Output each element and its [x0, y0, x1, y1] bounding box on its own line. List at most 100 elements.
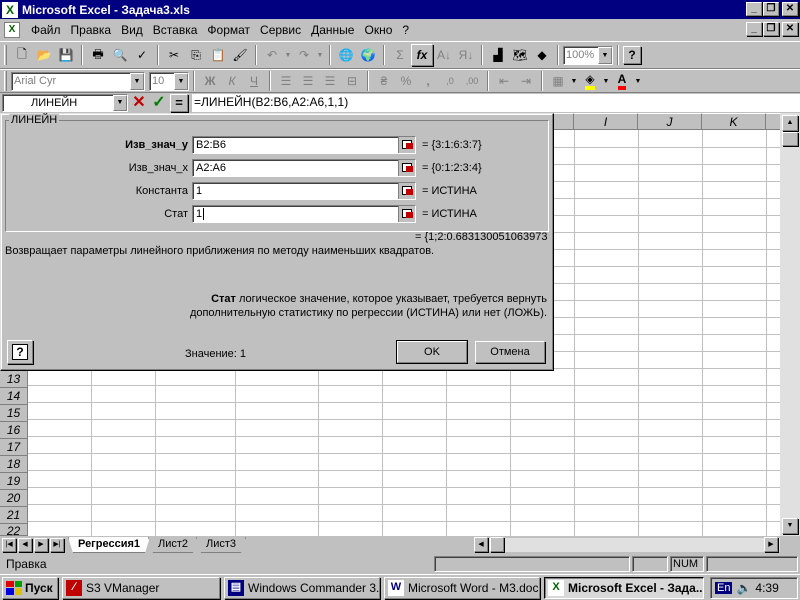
drawing-icon[interactable]: ◆: [531, 44, 553, 66]
print-preview-icon[interactable]: 🔍: [109, 44, 131, 66]
start-button[interactable]: Пуск: [2, 576, 58, 599]
redo-icon[interactable]: ↷: [293, 44, 315, 66]
row-header-19[interactable]: 19: [0, 473, 28, 490]
bold-button[interactable]: Ж: [199, 70, 221, 92]
sort-ascending-icon[interactable]: A↓: [433, 44, 455, 66]
formula-input[interactable]: =ЛИНЕЙН(B2:B6,A2:A6,1,1): [192, 94, 800, 112]
scroll-left-icon[interactable]: ◀: [474, 537, 488, 552]
cut-icon[interactable]: ✂: [163, 44, 185, 66]
align-left-icon[interactable]: ☰: [275, 70, 297, 92]
minimize-button[interactable]: _: [746, 2, 762, 16]
decrease-decimal-icon[interactable]: ,00: [461, 70, 483, 92]
decrease-indent-icon[interactable]: ⇤: [493, 70, 515, 92]
doc-restore-button[interactable]: ❐: [763, 22, 779, 36]
borders-dropdown-icon[interactable]: ▼: [569, 70, 579, 92]
increase-indent-icon[interactable]: ⇥: [515, 70, 537, 92]
task-windows-commander[interactable]: ▤ Windows Commander 3.0...: [224, 576, 380, 599]
menu-format[interactable]: Формат: [202, 23, 255, 37]
menu-window[interactable]: Окно: [359, 23, 397, 37]
row-header-15[interactable]: 15: [0, 405, 28, 422]
sheet-tab-regression[interactable]: Регрессия1: [68, 537, 150, 553]
vertical-scrollbar[interactable]: ▲ ▼: [780, 113, 800, 536]
menu-data[interactable]: Данные: [306, 23, 359, 37]
font-size-combo[interactable]: 10 ▼: [149, 71, 189, 91]
font-color-icon[interactable]: A: [611, 70, 633, 92]
merge-center-icon[interactable]: ⊟: [341, 70, 363, 92]
menu-insert[interactable]: Вставка: [148, 23, 203, 37]
collapse-dialog-icon[interactable]: [398, 160, 415, 176]
scroll-thumb[interactable]: [782, 132, 798, 146]
comma-button[interactable]: ,: [417, 70, 439, 92]
spelling-icon[interactable]: ✓: [131, 44, 153, 66]
column-header-l[interactable]: [766, 113, 780, 130]
row-header-18[interactable]: 18: [0, 456, 28, 473]
workbook-icon[interactable]: X: [4, 22, 20, 38]
underline-button[interactable]: Ч: [243, 70, 265, 92]
help-button[interactable]: ?: [7, 340, 33, 364]
sort-descending-icon[interactable]: Я↓: [455, 44, 477, 66]
known-x-input[interactable]: A2:A6: [192, 159, 416, 177]
collapse-dialog-icon[interactable]: [398, 183, 415, 199]
language-indicator[interactable]: En: [715, 582, 733, 594]
doc-minimize-button[interactable]: _: [746, 22, 762, 36]
copy-icon[interactable]: ⎘: [185, 44, 207, 66]
hyperlink-icon[interactable]: 🌐: [335, 44, 357, 66]
const-input[interactable]: 1: [192, 182, 416, 200]
column-header-j[interactable]: J: [638, 113, 702, 130]
row-header-17[interactable]: 17: [0, 439, 28, 456]
percent-button[interactable]: %: [395, 70, 417, 92]
column-header-k[interactable]: K: [702, 113, 766, 130]
scroll-down-icon[interactable]: ▼: [782, 518, 798, 534]
menu-edit[interactable]: Правка: [66, 23, 117, 37]
row-header-22[interactable]: 22: [0, 524, 28, 536]
prev-sheet-icon[interactable]: ◀: [18, 538, 32, 552]
doc-close-button[interactable]: ✕: [782, 22, 798, 36]
row-header-21[interactable]: 21: [0, 507, 28, 524]
menu-view[interactable]: Вид: [116, 23, 148, 37]
font-color-dropdown-icon[interactable]: ▼: [633, 70, 643, 92]
paste-icon[interactable]: 📋: [207, 44, 229, 66]
chevron-down-icon[interactable]: ▼: [174, 72, 188, 90]
redo-dropdown-icon[interactable]: ▼: [315, 44, 325, 66]
save-icon[interactable]: 💾: [55, 44, 77, 66]
sheet-tab-3[interactable]: Лист3: [196, 537, 246, 553]
restore-button[interactable]: ❐: [763, 2, 779, 16]
chevron-down-icon[interactable]: ▼: [598, 46, 612, 64]
chart-wizard-icon[interactable]: ▟: [487, 44, 509, 66]
fill-color-icon[interactable]: ◈: [579, 70, 601, 92]
font-name-combo[interactable]: Arial Cyr ▼: [11, 71, 145, 91]
speaker-icon[interactable]: 🔈: [736, 581, 751, 595]
open-icon[interactable]: 📂: [33, 44, 55, 66]
print-icon[interactable]: 🖶: [87, 44, 109, 66]
menu-file[interactable]: Файл: [26, 23, 66, 37]
scroll-right-icon[interactable]: ▶: [764, 537, 778, 552]
menu-tools[interactable]: Сервис: [255, 23, 306, 37]
increase-decimal-icon[interactable]: ,0: [439, 70, 461, 92]
name-box[interactable]: ЛИНЕЙН ▼: [2, 94, 128, 112]
fill-color-dropdown-icon[interactable]: ▼: [601, 70, 611, 92]
column-header-i[interactable]: I: [574, 113, 638, 130]
hscroll-thumb[interactable]: [490, 537, 504, 552]
web-toolbar-icon[interactable]: 🌍: [357, 44, 379, 66]
autosum-icon[interactable]: Σ: [389, 44, 411, 66]
collapse-dialog-icon[interactable]: [398, 206, 415, 222]
align-center-icon[interactable]: ☰: [297, 70, 319, 92]
borders-icon[interactable]: ▦: [547, 70, 569, 92]
row-header-14[interactable]: 14: [0, 388, 28, 405]
zoom-combo[interactable]: 100% ▼: [563, 45, 613, 65]
cancel-button[interactable]: Отмена: [475, 341, 545, 363]
next-sheet-icon[interactable]: ▶: [34, 538, 48, 552]
format-painter-icon[interactable]: 🖌: [229, 44, 251, 66]
italic-button[interactable]: К: [221, 70, 243, 92]
horizontal-scrollbar[interactable]: ◀ ▶: [474, 537, 780, 552]
function-wizard-icon[interactable]: fx: [411, 44, 433, 66]
menu-help[interactable]: ?: [397, 23, 414, 37]
chevron-down-icon[interactable]: ▼: [130, 72, 144, 90]
first-sheet-icon[interactable]: |◀: [2, 538, 16, 552]
collapse-dialog-icon[interactable]: [398, 137, 415, 153]
chevron-down-icon[interactable]: ▼: [113, 95, 127, 111]
task-word[interactable]: W Microsoft Word - M3.doc: [384, 576, 540, 599]
currency-button[interactable]: ₴: [373, 70, 395, 92]
task-s3-vmanager[interactable]: ∕ S3 VManager: [62, 576, 220, 599]
known-y-input[interactable]: B2:B6: [192, 136, 416, 154]
